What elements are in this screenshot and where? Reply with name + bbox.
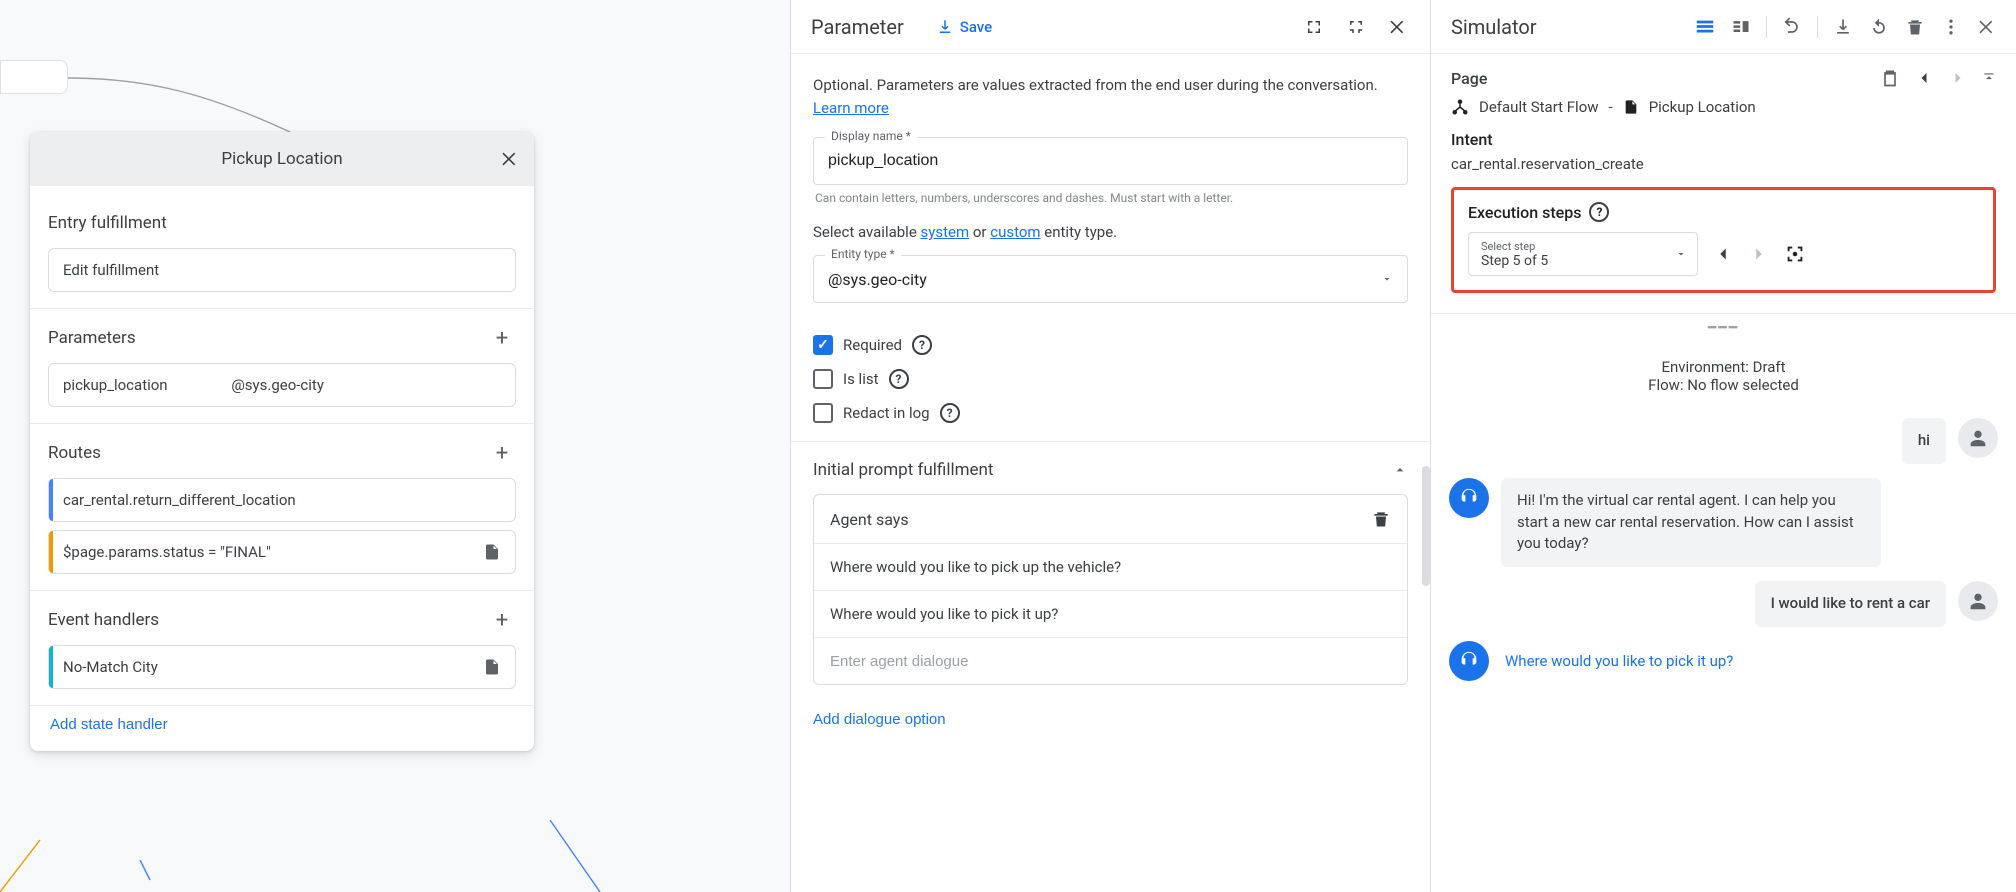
display-name-input[interactable] — [813, 137, 1408, 185]
entity-type-field: Entity type * @sys.geo-city — [813, 255, 1408, 303]
redact-checkbox[interactable] — [813, 403, 833, 423]
next-step-button — [1748, 243, 1770, 265]
parameter-panel: Parameter Save Optional. Parameters are … — [790, 0, 1430, 892]
routes-heading: Routes — [48, 443, 101, 463]
route-row[interactable]: car_rental.return_different_location — [48, 478, 516, 522]
agent-message: Hi! I'm the virtual car rental agent. I … — [1449, 478, 1998, 567]
intent-value: car_rental.reservation_create — [1451, 155, 1996, 173]
step-select[interactable]: Select step Step 5 of 5 — [1468, 232, 1698, 276]
chevron-down-icon — [1381, 273, 1393, 285]
entity-type-select[interactable]: @sys.geo-city — [813, 255, 1408, 303]
fullscreen-icon[interactable] — [1300, 13, 1328, 41]
simulator-title: Simulator — [1451, 15, 1537, 39]
display-name-field: Display name * — [813, 137, 1408, 185]
learn-more-link[interactable]: Learn more — [813, 99, 889, 117]
page-icon — [483, 658, 501, 676]
entry-heading: Entry fulfillment — [48, 213, 167, 233]
drag-handle[interactable]: ━━━ — [1431, 314, 2016, 342]
help-icon[interactable]: ? — [940, 403, 960, 423]
help-icon[interactable]: ? — [889, 369, 909, 389]
entity-sentence: Select available system or custom entity… — [813, 223, 1408, 241]
edit-fulfillment-button[interactable]: Edit fulfillment — [48, 248, 516, 292]
collapse-icon[interactable] — [1982, 71, 1996, 85]
next-page-button — [1948, 68, 1968, 88]
route-row[interactable]: $page.params.status = "FINAL" — [48, 530, 516, 574]
close-icon[interactable] — [500, 149, 520, 169]
add-route-button[interactable]: + — [488, 441, 516, 466]
required-checkbox[interactable] — [813, 335, 833, 355]
event-handler-row[interactable]: No-Match City — [48, 645, 516, 689]
collapse-icon[interactable] — [1392, 462, 1408, 478]
user-message: hi — [1449, 418, 1998, 464]
clipboard-icon[interactable] — [1880, 68, 1900, 88]
agent-question-link[interactable]: Where would you like to pick it up? — [1505, 652, 1733, 670]
environment-line: Environment: Draft — [1449, 358, 1998, 376]
view-split-icon[interactable] — [1726, 12, 1756, 42]
add-parameter-button[interactable]: + — [488, 326, 516, 351]
add-event-handler-button[interactable]: + — [488, 608, 516, 633]
page-icon — [1623, 99, 1639, 115]
save-button[interactable]: Save — [936, 18, 992, 36]
flow-line: Flow: No flow selected — [1449, 376, 1998, 394]
page-icon — [483, 543, 501, 561]
page-label: Page — [1451, 69, 1487, 88]
parameters-heading: Parameters — [48, 328, 136, 348]
breadcrumb: Default Start Flow - Pickup Location — [1451, 98, 1996, 116]
user-avatar-icon — [1958, 418, 1998, 458]
page-card: Pickup Location Entry fulfillment Edit f… — [30, 132, 534, 751]
panel-title: Parameter — [811, 15, 904, 39]
agent-prompt-row[interactable]: Where would you like to pick up the vehi… — [814, 543, 1407, 590]
chevron-down-icon — [1675, 248, 1687, 260]
more-icon[interactable] — [1936, 12, 1966, 42]
help-icon[interactable]: ? — [1589, 202, 1609, 222]
help-icon[interactable]: ? — [912, 335, 932, 355]
agent-avatar-icon — [1449, 641, 1489, 681]
reset-icon[interactable] — [1864, 12, 1894, 42]
display-name-hint: Can contain letters, numbers, underscore… — [815, 191, 1408, 205]
close-icon[interactable] — [1384, 13, 1412, 41]
add-state-handler-link[interactable]: Add state handler — [30, 706, 168, 733]
save-icon — [936, 18, 954, 36]
prev-page-button[interactable] — [1914, 68, 1934, 88]
conversation: Environment: Draft Flow: No flow selecte… — [1431, 342, 2016, 892]
download-icon[interactable] — [1828, 12, 1858, 42]
agent-prompt-input[interactable] — [830, 653, 1391, 670]
ipf-title: Initial prompt fulfillment — [813, 460, 993, 480]
hub-icon — [1451, 98, 1469, 116]
add-dialogue-option-link[interactable]: Add dialogue option — [813, 711, 946, 728]
undo-icon[interactable] — [1777, 12, 1807, 42]
page-card-title: Pickup Location — [221, 149, 342, 169]
start-node-stub[interactable] — [0, 60, 68, 94]
simulator-panel: Simulator — [1430, 0, 2016, 892]
flow-canvas[interactable]: Pickup Location Entry fulfillment Edit f… — [0, 0, 790, 892]
scrollbar[interactable] — [1422, 466, 1430, 586]
event-handlers-heading: Event handlers — [48, 610, 159, 630]
is-list-checkbox[interactable] — [813, 369, 833, 389]
agent-says-card: Agent says Where would you like to pick … — [813, 494, 1408, 685]
user-message: I would like to rent a car — [1449, 581, 1998, 627]
custom-entity-link[interactable]: custom — [990, 223, 1040, 241]
parameter-row[interactable]: pickup_location @sys.geo-city — [48, 363, 516, 407]
intro-text: Optional. Parameters are values extracte… — [813, 74, 1408, 119]
delete-icon[interactable] — [1371, 509, 1391, 529]
focus-icon[interactable] — [1784, 243, 1806, 265]
agent-avatar-icon — [1449, 478, 1489, 518]
prev-step-button[interactable] — [1712, 243, 1734, 265]
exit-fullscreen-icon[interactable] — [1342, 13, 1370, 41]
agent-message: Where would you like to pick it up? — [1449, 641, 1998, 681]
delete-icon[interactable] — [1900, 12, 1930, 42]
agent-prompt-row[interactable]: Where would you like to pick it up? — [814, 590, 1407, 637]
view-list-icon[interactable] — [1690, 12, 1720, 42]
system-entity-link[interactable]: system — [921, 223, 970, 241]
intent-label: Intent — [1451, 130, 1996, 149]
close-icon[interactable] — [1972, 12, 2002, 42]
execution-steps-box: Execution steps ? Select step Step 5 of … — [1451, 187, 1996, 293]
user-avatar-icon — [1958, 581, 1998, 621]
